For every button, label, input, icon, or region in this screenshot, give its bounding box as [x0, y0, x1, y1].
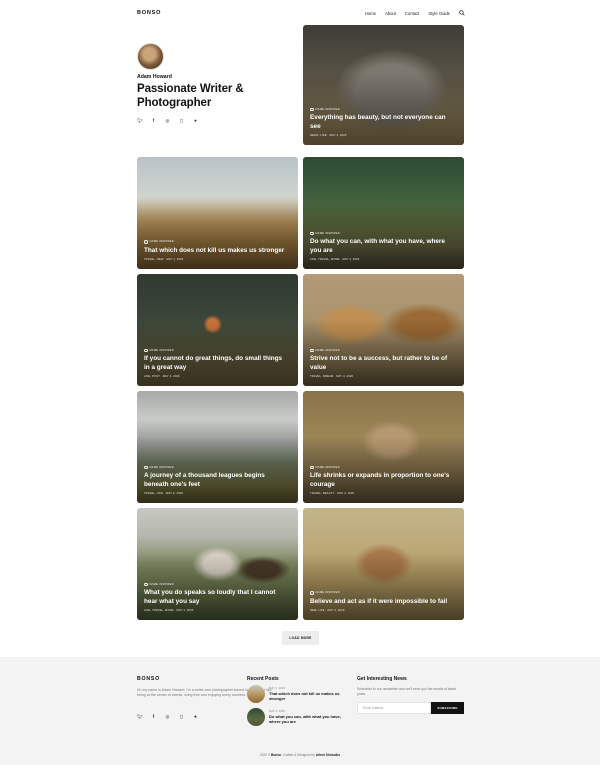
facebook-icon[interactable]: f — [151, 118, 156, 123]
post-card[interactable]: NAME INSPIRED That which does not kill u… — [137, 157, 298, 269]
main-nav: Home About Contact Style Guide — [365, 10, 465, 16]
post-title[interactable]: That which does not kill us makes us str… — [144, 247, 288, 256]
github-icon[interactable]: ● — [193, 118, 198, 123]
facebook-icon[interactable]: f — [151, 714, 156, 719]
recent-post[interactable]: MAY 4, 2020 That which does not kill us … — [247, 685, 349, 703]
instagram-icon[interactable]: ◻ — [179, 714, 184, 719]
post-card[interactable]: NAME INSPIRED Strive not to be a success… — [303, 274, 464, 386]
nav-item-contact[interactable]: Contact — [405, 11, 419, 16]
post-card[interactable]: NAME INSPIRED Believe and act as if it w… — [303, 508, 464, 620]
author-name: Adam Howard — [137, 74, 172, 80]
post-title[interactable]: Everything has beauty, but not everyone … — [310, 114, 454, 131]
recent-post-date: MAY 4, 2020 — [269, 686, 285, 690]
recent-post[interactable]: MAY 4, 2020 Do what you can, with what y… — [247, 708, 349, 726]
post-card[interactable]: NAME INSPIRED A journey of a thousand le… — [137, 391, 298, 503]
nav-item-home[interactable]: Home — [365, 11, 376, 16]
post-title[interactable]: Do what you can, with what you have, whe… — [310, 238, 454, 255]
post-category: NAME INSPIRED — [144, 465, 288, 469]
post-category: NAME INSPIRED — [310, 107, 454, 111]
post-category: NAME INSPIRED — [144, 240, 288, 244]
post-title[interactable]: Believe and act as if it were impossible… — [310, 598, 454, 607]
post-card[interactable]: NAME INSPIRED Life shrinks or expands in… — [303, 391, 464, 503]
post-title[interactable]: A journey of a thousand leagues begins b… — [144, 472, 288, 489]
post-card[interactable]: NAME INSPIRED Do what you can, with what… — [303, 157, 464, 269]
post-info: LIFE, TRAVEL, MORE · MAY 4, 2020 — [310, 258, 360, 261]
copyright-brand[interactable]: Bonso — [271, 753, 281, 757]
post-title[interactable]: Life shrinks or expands in proportion to… — [310, 472, 454, 489]
recent-post-thumbnail — [247, 708, 265, 726]
recent-post-title[interactable]: That which does not kill us makes us str… — [269, 691, 349, 701]
post-info: LIFE, TRAVEL, MORE · MAY 4, 2020 — [144, 609, 194, 612]
post-category: NAME INSPIRED — [310, 348, 454, 352]
post-title[interactable]: If you cannot do great things, do small … — [144, 355, 288, 372]
recent-post-date: MAY 4, 2020 — [269, 709, 285, 713]
post-category: NAME INSPIRED — [310, 231, 454, 235]
recent-posts-heading: Recent Posts — [247, 676, 279, 682]
site-header: BONSO Home About Contact Style Guide — [0, 0, 600, 26]
nav-item-style-guide[interactable]: Style Guide — [428, 11, 450, 16]
copyright: 2020 © Bonso. Crafted & Designed by Arte… — [259, 753, 341, 757]
post-info: NEWS, LIFE · MAY 4, 2020 — [310, 134, 347, 137]
nav-item-about[interactable]: About — [385, 11, 396, 16]
footer-logo[interactable]: BONSO — [137, 676, 160, 682]
avatar — [137, 43, 164, 70]
post-info: TRAVEL, BEAUTY · MAY 4, 2020 — [310, 492, 355, 495]
post-category: NAME INSPIRED — [310, 465, 454, 469]
author-title: Passionate Writer & Photographer — [137, 83, 244, 109]
twitter-icon[interactable]: 🐦︎ — [137, 714, 143, 719]
post-info: LIFE, POST · MAY 4, 2020 — [144, 375, 180, 378]
post-category: NAME INSPIRED — [144, 582, 288, 586]
social-links: 🐦︎ f ◎ ◻ ● — [137, 118, 287, 123]
recent-post-thumbnail — [247, 685, 265, 703]
post-title[interactable]: Strive not to be a success, but rather t… — [310, 355, 454, 372]
post-title[interactable]: What you do speaks so loudly that I cann… — [144, 589, 288, 606]
load-more-button[interactable]: LOAD MORE — [282, 631, 319, 645]
post-info: NEW, LIFE · MAY 4, 2020 — [310, 609, 345, 612]
newsletter-heading: Get Interesting News — [357, 676, 407, 682]
dribbble-icon[interactable]: ◎ — [165, 714, 170, 719]
footer-social-links: 🐦︎ f ◎ ◻ ● — [137, 714, 198, 719]
post-card[interactable]: NAME INSPIRED Everything has beauty, but… — [303, 25, 464, 145]
post-card[interactable]: NAME INSPIRED What you do speaks so loud… — [137, 508, 298, 620]
copyright-author[interactable]: Artem Sheludko — [316, 753, 340, 757]
dribbble-icon[interactable]: ◎ — [165, 118, 170, 123]
site-footer: BONSO Hi, my name is Adam Howard. I'm a … — [0, 657, 600, 765]
github-icon[interactable]: ● — [193, 714, 198, 719]
post-category: NAME INSPIRED — [144, 348, 288, 352]
search-icon[interactable] — [459, 10, 465, 16]
instagram-icon[interactable]: ◻ — [179, 118, 184, 123]
site-logo[interactable]: BONSO — [137, 10, 161, 16]
author-block: Adam Howard Passionate Writer & Photogra… — [137, 43, 287, 123]
newsletter-text: Subscribe to our newsletter and we'll se… — [357, 687, 457, 696]
post-info: TRAVEL, NEW · MAY 4, 2020 — [144, 258, 184, 261]
twitter-icon[interactable]: 🐦︎ — [137, 118, 143, 123]
email-field[interactable]: Email Address — [357, 702, 431, 714]
recent-post-title[interactable]: Do what you can, with what you have, whe… — [269, 714, 349, 724]
subscribe-button[interactable]: SUBSCRIBE — [431, 702, 464, 714]
post-card[interactable]: NAME INSPIRED If you cannot do great thi… — [137, 274, 298, 386]
post-info: TRAVEL, LIFE · MAY 4, 2020 — [144, 492, 184, 495]
post-info: TRAVEL, DREAM · MAY 4, 2020 — [310, 375, 354, 378]
post-category: NAME INSPIRED — [310, 591, 454, 595]
